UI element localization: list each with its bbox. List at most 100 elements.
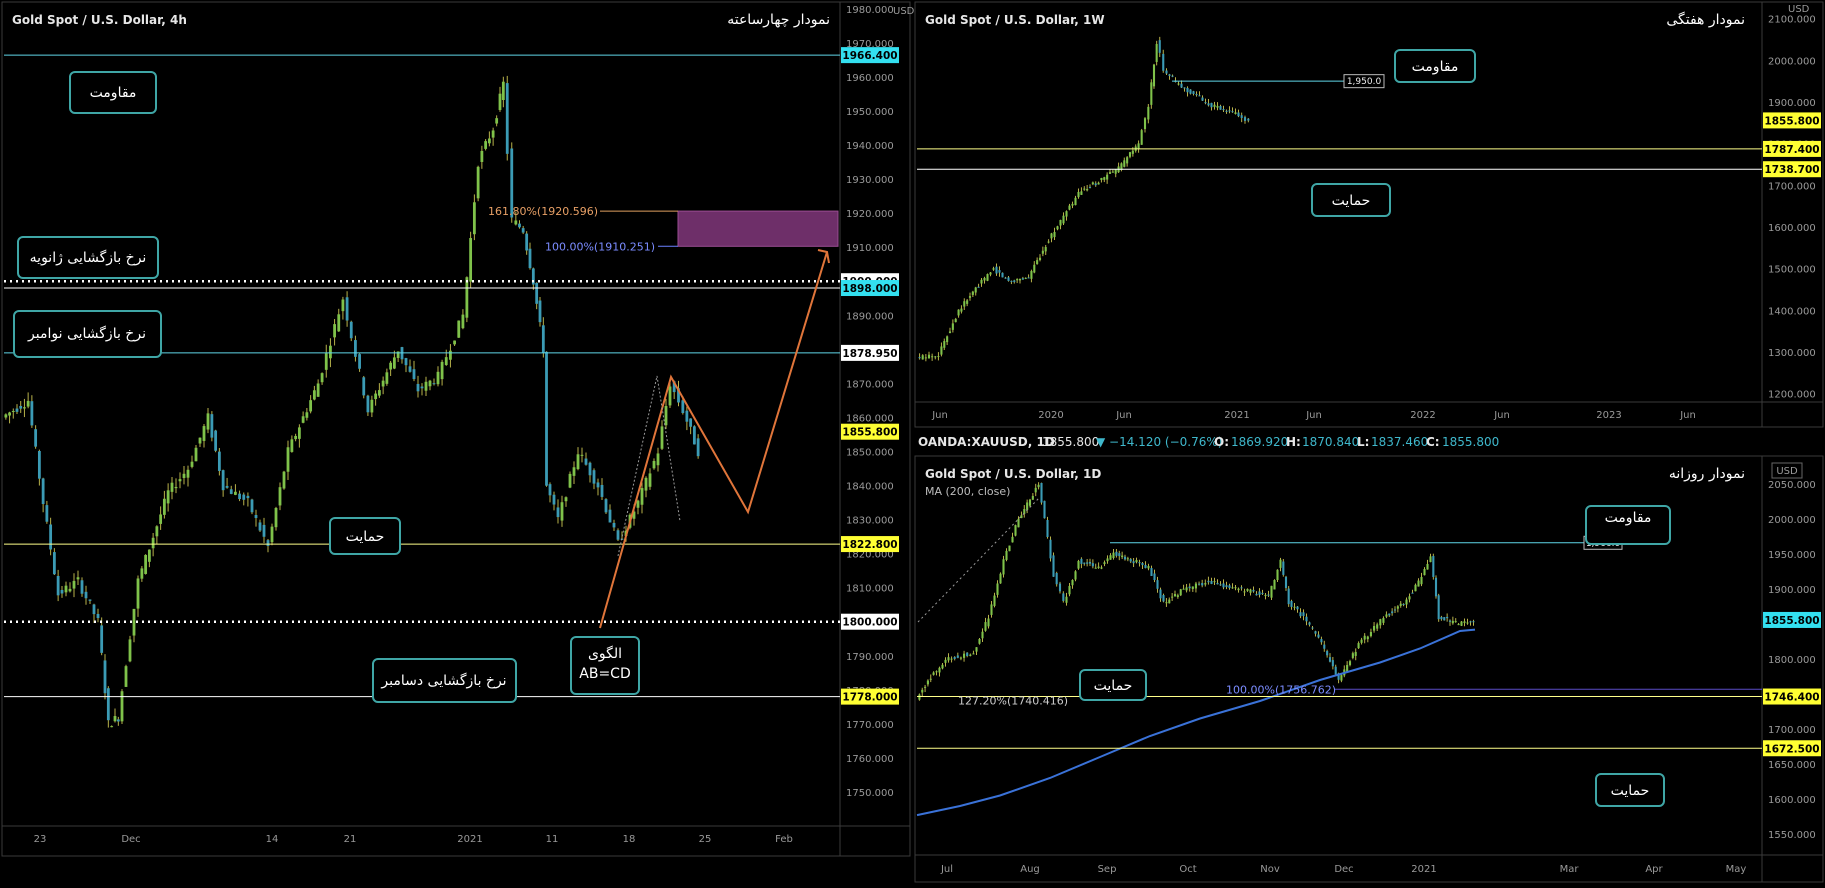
- candle-body: [1018, 278, 1022, 281]
- candle-body: [341, 299, 345, 312]
- candle-body: [1011, 536, 1014, 543]
- candle-body: [41, 478, 45, 505]
- candle-body: [1091, 182, 1094, 185]
- time-tick-label: 11: [546, 834, 559, 845]
- candle-body: [956, 655, 959, 658]
- candle-body: [246, 495, 250, 499]
- price-tick-label: 2000.000: [1768, 56, 1816, 67]
- time-tick-label: Nov: [1260, 864, 1280, 875]
- price-tag: 1822.800: [841, 536, 899, 553]
- candle-body: [564, 497, 568, 502]
- candle-body: [1334, 666, 1337, 675]
- candle-body: [580, 454, 584, 456]
- four-hour-chart-panel[interactable]: Gold Spot / U.S. Dollar, 4h نمودار چهارس…: [1, 1, 915, 857]
- candle-body: [548, 484, 552, 496]
- candle-body: [1219, 584, 1222, 586]
- candle-body: [644, 477, 648, 491]
- price-tick-label: 1940.000: [846, 141, 894, 152]
- candle-body: [210, 414, 214, 438]
- candle-body: [959, 657, 962, 659]
- high-value: 1870.840: [1302, 435, 1359, 449]
- candle-body: [1231, 111, 1234, 113]
- weekly-chart-panel[interactable]: Gold Spot / U.S. Dollar, 1W نمودار هفتگی…: [914, 1, 1824, 428]
- price-tick-label: 1960.000: [846, 73, 894, 84]
- candle-body: [1417, 580, 1420, 587]
- candle-body: [1002, 559, 1005, 575]
- candle-body: [656, 453, 660, 466]
- price-tick-label: 1830.000: [846, 516, 894, 527]
- svg-text:1746.400: 1746.400: [1764, 692, 1819, 704]
- time-tick-label: 18: [623, 834, 636, 845]
- candle-body: [1437, 595, 1440, 620]
- candle-body: [918, 694, 921, 700]
- candle-body: [159, 514, 163, 524]
- candle-body: [1111, 171, 1114, 173]
- candle-body: [1026, 502, 1029, 510]
- candle-body: [428, 380, 432, 387]
- candle-body: [1016, 279, 1019, 281]
- candle-body: [1402, 603, 1405, 605]
- candle-body: [1014, 525, 1017, 536]
- candle-body: [1234, 112, 1237, 114]
- candle-body: [604, 499, 608, 513]
- abcd-pattern-callout: الگوی AB=CD: [570, 636, 640, 695]
- candle-body: [1007, 277, 1010, 281]
- candle-body: [1128, 152, 1132, 157]
- candle-body: [1466, 622, 1469, 624]
- candle-body: [1317, 634, 1320, 638]
- candle-body: [374, 393, 378, 400]
- svg-text:حمایت: حمایت: [1094, 678, 1133, 694]
- candle-body: [1314, 631, 1317, 634]
- candle-body: [1159, 589, 1162, 599]
- candle-body: [1326, 650, 1329, 656]
- candle-body: [1388, 613, 1391, 616]
- candle-body: [921, 355, 924, 360]
- candle-body: [132, 608, 136, 636]
- candle-body: [983, 277, 986, 281]
- candle-body: [1225, 110, 1228, 112]
- svg-text:1855.800: 1855.800: [1764, 615, 1819, 627]
- candle-body: [1150, 568, 1153, 576]
- price-tag: 1966.400: [841, 47, 899, 64]
- time-tick-label: 2022: [1410, 410, 1435, 421]
- candle-body: [1077, 560, 1080, 569]
- candle-body: [1059, 219, 1062, 226]
- candle-body: [1156, 580, 1159, 589]
- candle-body: [1137, 143, 1140, 149]
- price-tick-label: 1600.000: [1768, 223, 1816, 234]
- candle-body: [1074, 571, 1077, 580]
- candle-body: [11, 410, 15, 412]
- candle-body: [528, 248, 532, 269]
- candle-body: [449, 350, 452, 360]
- svg-text:نرخ بازگشایی ژانویه: نرخ بازگشایی ژانویه: [30, 249, 147, 266]
- candle-body: [45, 505, 49, 522]
- candle-body: [412, 369, 416, 380]
- price-tick-label: 1850.000: [846, 447, 894, 458]
- svg-text:مقاومت: مقاومت: [1605, 510, 1652, 526]
- candle-body: [937, 356, 940, 358]
- candle-body: [424, 381, 428, 391]
- price-tick-label: 1700.000: [1768, 181, 1816, 192]
- candle-body: [1210, 102, 1213, 108]
- resistance-callout-4h: مقاومت: [69, 71, 157, 114]
- candle-body: [110, 726, 114, 728]
- svg-text:1800.000: 1800.000: [842, 617, 897, 629]
- support-callout-weekly: حمایت: [1311, 183, 1391, 217]
- svg-text:1966.400: 1966.400: [842, 50, 897, 62]
- candle-body: [52, 552, 56, 575]
- candle-body: [1005, 550, 1008, 560]
- candle-body: [1194, 583, 1197, 589]
- candle-body: [1044, 247, 1047, 252]
- daily-chart-panel[interactable]: Gold Spot / U.S. Dollar, 1D MA (200, clo…: [914, 455, 1824, 883]
- candle-body: [1058, 583, 1062, 592]
- candle-body: [1460, 621, 1463, 626]
- candle-body: [333, 324, 336, 338]
- candle-body: [140, 568, 144, 579]
- candle-body: [1028, 499, 1032, 506]
- candle-body: [986, 274, 989, 281]
- candle-body: [242, 494, 246, 500]
- candle-body: [996, 583, 999, 595]
- candle-body: [480, 150, 484, 162]
- candle-body: [576, 454, 580, 470]
- svg-text:1855.800: 1855.800: [1764, 115, 1819, 127]
